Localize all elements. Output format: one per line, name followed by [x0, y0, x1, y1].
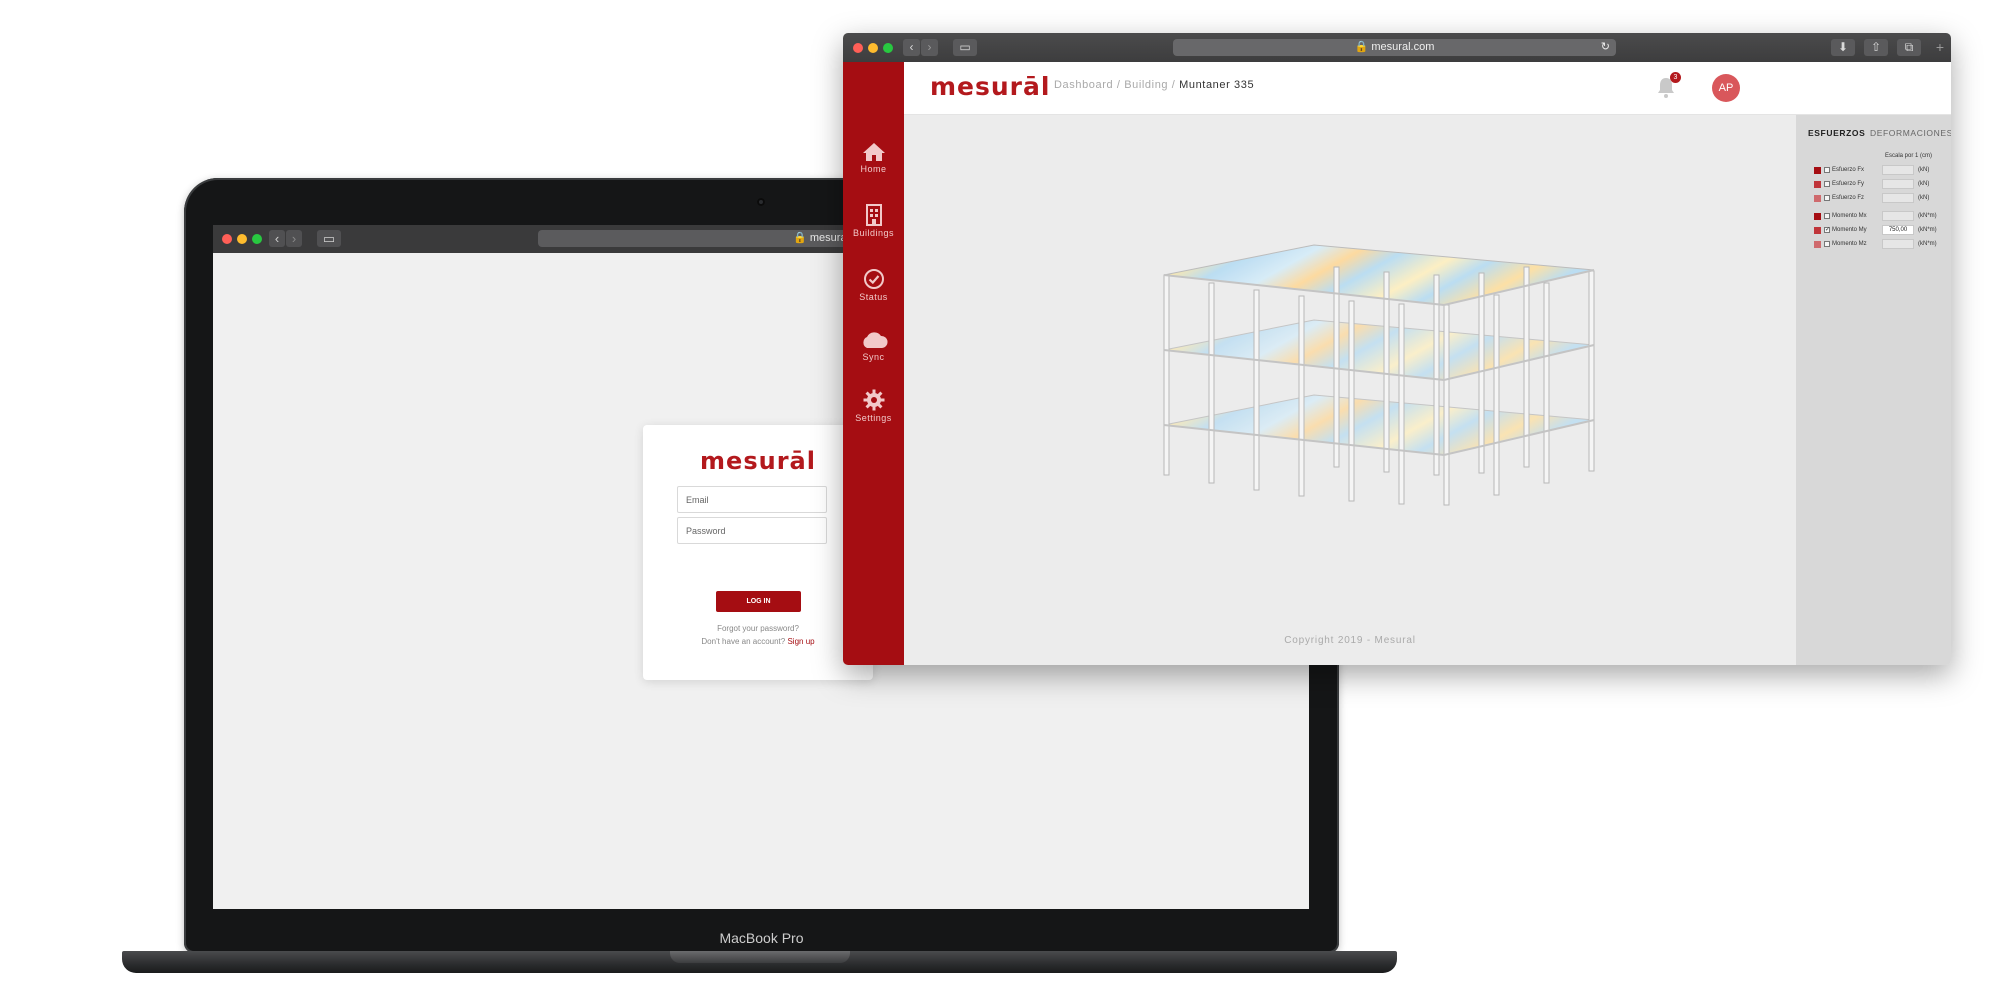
tab-deformaciones[interactable]: DEFORMACIONES: [1870, 128, 1951, 138]
sign-up-link[interactable]: Sign up: [787, 637, 814, 646]
back-button[interactable]: ‹: [903, 39, 920, 56]
app-header: mesurāl Dashboard / Building / Muntaner …: [904, 62, 1951, 115]
footer-copyright: Copyright 2019 - Mesural: [1284, 635, 1416, 646]
password-field[interactable]: [677, 517, 827, 544]
header-logo[interactable]: mesurāl: [930, 72, 1050, 101]
device-label: MacBook Pro: [719, 930, 804, 946]
color-swatch: [1814, 195, 1821, 202]
row-unit: (kN*m): [1918, 241, 1937, 247]
app-browser-window: ‹ › ▭ 🔒 mesural.com ↻ ⬇ ⇧ ⧉ + Home Buildi…: [843, 33, 1951, 665]
scale-label: Escala por 1 (cm): [1885, 153, 1932, 159]
toggle-checkbox[interactable]: [1824, 167, 1830, 173]
close-window-button[interactable]: [853, 43, 863, 53]
minimize-window-button[interactable]: [868, 43, 878, 53]
color-swatch: [1814, 227, 1821, 234]
scale-unit-text: (cm): [1920, 153, 1933, 159]
forward-button[interactable]: ›: [286, 230, 302, 247]
home-icon: [862, 143, 885, 161]
breadcrumb-dashboard[interactable]: Dashboard: [1054, 79, 1113, 91]
sidebar-item-sync[interactable]: Sync: [843, 330, 904, 362]
no-account-text: Don't have an account?: [701, 637, 786, 646]
toggle-checkbox[interactable]: [1824, 181, 1830, 187]
zoom-window-button[interactable]: [883, 43, 893, 53]
color-swatch: [1814, 213, 1821, 220]
address-bar[interactable]: 🔒 mesural.com ↻: [1173, 39, 1616, 56]
browser-toolbar: ‹ › ▭ 🔒 mesural.com ↻ ⬇ ⇧ ⧉ +: [843, 33, 1951, 62]
color-swatch: [1814, 241, 1821, 248]
signup-prompt: Don't have an account? Sign up: [643, 637, 873, 646]
row-label: Momento Mx: [1832, 213, 1867, 219]
minimize-window-button[interactable]: [237, 234, 247, 244]
login-card: mesurāl LOG IN Forgot your password? Don…: [643, 425, 873, 680]
breadcrumb: Dashboard / Building / Muntaner 335: [1054, 79, 1255, 91]
sidebar-toggle-icon[interactable]: ▭: [953, 39, 977, 56]
login-button[interactable]: LOG IN: [716, 591, 801, 612]
sidebar-item-label: Buildings: [852, 228, 895, 238]
row-label: Esfuerzo Fy: [1832, 181, 1865, 187]
app-sidebar: Home Buildings Status Sync Settings: [843, 62, 904, 665]
color-swatch: [1814, 167, 1821, 174]
sidebar-item-settings[interactable]: Settings: [843, 389, 904, 423]
email-field[interactable]: [677, 486, 827, 513]
zoom-window-button[interactable]: [252, 234, 262, 244]
notification-badge: 3: [1670, 72, 1681, 83]
scale-input[interactable]: [1882, 193, 1914, 203]
share-icon[interactable]: ⇧: [1864, 39, 1888, 56]
password-input[interactable]: [678, 518, 826, 543]
row-label: Momento Mz: [1832, 241, 1867, 247]
sidebar-toggle-icon[interactable]: ▭: [317, 230, 341, 247]
new-tab-icon[interactable]: +: [1933, 39, 1947, 56]
email-input[interactable]: [678, 487, 826, 512]
sidebar-item-home[interactable]: Home: [843, 142, 904, 174]
reload-icon[interactable]: ↻: [1601, 39, 1610, 56]
toggle-checkbox[interactable]: [1824, 195, 1830, 201]
row-unit: (kN*m): [1918, 227, 1937, 233]
login-logo: mesurāl: [700, 447, 816, 475]
forgot-password-link[interactable]: Forgot your password?: [643, 624, 873, 633]
row-label: Esfuerzo Fx: [1832, 167, 1865, 173]
sidebar-item-buildings[interactable]: Buildings: [843, 204, 904, 238]
color-swatch: [1814, 181, 1821, 188]
building-icon: [865, 204, 882, 226]
sidebar-item-status[interactable]: Status: [843, 268, 904, 302]
close-window-button[interactable]: [222, 234, 232, 244]
sidebar-item-label: Sync: [862, 352, 885, 362]
scale-input[interactable]: [1882, 211, 1914, 221]
forward-button[interactable]: ›: [921, 39, 938, 56]
scale-input[interactable]: [1882, 165, 1914, 175]
cloud-icon: [862, 332, 888, 348]
toggle-checkbox[interactable]: [1824, 241, 1830, 247]
row-label: Esfuerzo Fz: [1832, 195, 1865, 201]
row-unit: (kN): [1918, 167, 1930, 173]
sidebar-item-label: Home: [860, 164, 887, 174]
scale-label-text: Escala por 1: [1885, 153, 1919, 159]
check-circle-icon: [863, 269, 884, 289]
laptop-base-notch: [670, 951, 850, 963]
building-structure-model[interactable]: [904, 115, 1796, 635]
avatar[interactable]: AP: [1712, 74, 1740, 102]
laptop-camera: [757, 198, 765, 206]
sidebar-item-label: Status: [859, 292, 888, 302]
structure-3d-viewport[interactable]: Copyright 2019 - Mesural: [904, 115, 1796, 665]
sidebar-item-label: Settings: [855, 413, 892, 423]
row-label: Momento My: [1832, 227, 1867, 233]
breadcrumb-current: Muntaner 335: [1179, 79, 1255, 91]
tab-esfuerzos[interactable]: ESFUERZOS: [1808, 128, 1865, 138]
breadcrumb-building[interactable]: Building: [1124, 79, 1168, 91]
row-unit: (kN): [1918, 181, 1930, 187]
row-unit: (kN): [1918, 195, 1930, 201]
back-button[interactable]: ‹: [269, 230, 285, 247]
scale-input[interactable]: [1882, 179, 1914, 189]
scale-input[interactable]: [1882, 239, 1914, 249]
toggle-checkbox[interactable]: [1824, 213, 1830, 219]
results-panel: ESFUERZOS DEFORMACIONES Escala por 1 (cm…: [1796, 115, 1951, 665]
scale-input[interactable]: 750,00: [1882, 225, 1914, 235]
url-text: mesural.com: [1371, 41, 1435, 53]
tabs-overview-icon[interactable]: ⧉: [1897, 39, 1921, 56]
download-icon[interactable]: ⬇: [1831, 39, 1855, 56]
toggle-checkbox[interactable]: ✓: [1824, 227, 1830, 233]
row-unit: (kN*m): [1918, 213, 1937, 219]
gear-icon: [863, 389, 884, 411]
